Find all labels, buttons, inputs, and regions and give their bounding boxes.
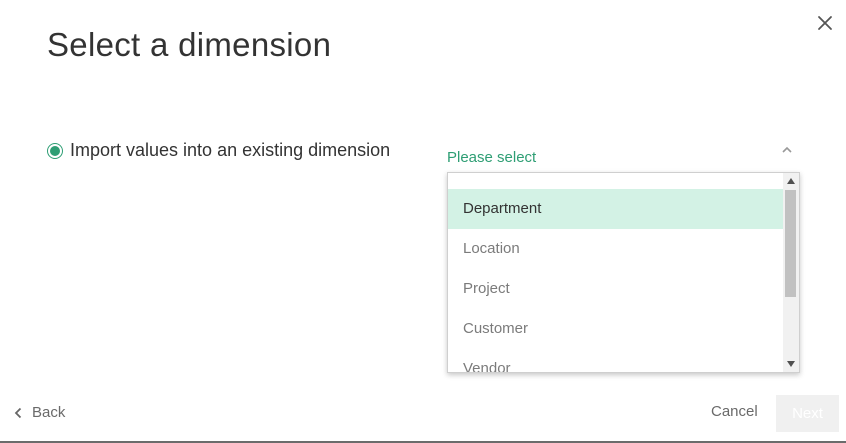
close-icon bbox=[818, 16, 832, 30]
chevron-up-icon bbox=[782, 146, 792, 153]
triangle-down-icon bbox=[787, 361, 795, 367]
scrollbar-thumb[interactable] bbox=[785, 190, 796, 297]
next-button[interactable]: Next bbox=[776, 395, 839, 432]
dimension-option-project[interactable]: Project bbox=[448, 269, 784, 309]
dimension-option-vendor[interactable]: Vendor bbox=[448, 349, 784, 372]
triangle-up-icon bbox=[787, 178, 795, 184]
import-existing-label[interactable]: Import values into an existing dimension bbox=[70, 140, 390, 161]
dimension-option-location[interactable]: Location bbox=[448, 229, 784, 269]
close-button[interactable] bbox=[812, 10, 838, 36]
dimension-select-placeholder: Please select bbox=[447, 149, 537, 166]
dimension-option-customer[interactable]: Customer bbox=[448, 309, 784, 349]
dropdown-scrollbar[interactable] bbox=[783, 173, 799, 372]
dialog-title: Select a dimension bbox=[47, 26, 332, 63]
import-existing-radio[interactable] bbox=[47, 142, 63, 159]
import-existing-option[interactable]: Import values into an existing dimension bbox=[47, 140, 390, 161]
scroll-up-button[interactable] bbox=[783, 173, 799, 189]
dimension-dropdown: Department Location Project Customer Ven… bbox=[447, 172, 800, 373]
dimension-select[interactable]: Please select bbox=[447, 142, 799, 172]
radio-selected-dot bbox=[50, 145, 60, 156]
back-button[interactable]: Back bbox=[14, 404, 65, 421]
scroll-down-button[interactable] bbox=[783, 356, 799, 372]
cancel-button[interactable]: Cancel bbox=[711, 403, 758, 420]
dimension-option-department[interactable]: Department bbox=[448, 189, 784, 229]
dimension-option-list: Department Location Project Customer Ven… bbox=[448, 189, 784, 372]
chevron-left-icon bbox=[14, 407, 22, 418]
back-label: Back bbox=[32, 404, 66, 421]
